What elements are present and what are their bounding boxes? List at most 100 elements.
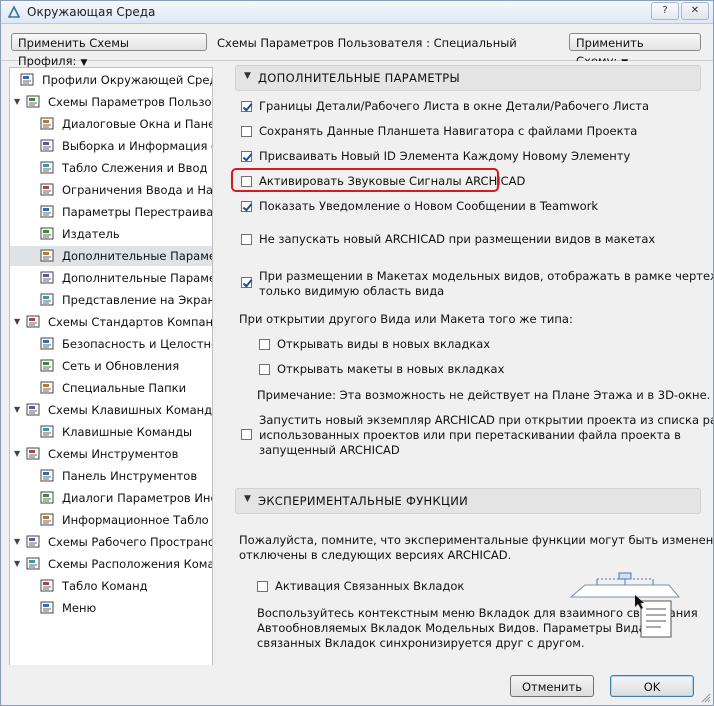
dialog-footer: Отменить OK [1, 665, 713, 705]
expand-triangle-icon[interactable]: ▼ [14, 554, 20, 574]
info-box-icon [40, 513, 54, 526]
ok-button[interactable]: OK [610, 675, 694, 697]
launch-line-2: использованных проектов или при перетаск… [259, 428, 681, 442]
profiles-icon [20, 73, 34, 86]
sidebar-item-label: Панель Инструментов [62, 469, 198, 483]
window-title: Окружающая Среда [27, 5, 156, 19]
sidebar-item[interactable]: Издатель [10, 224, 212, 244]
expand-triangle-icon[interactable]: ▼ [14, 444, 20, 464]
resize-grip-icon[interactable] [701, 693, 711, 703]
placement-line-2: только видимую область вида [259, 284, 445, 298]
close-button[interactable]: ✕ [681, 2, 709, 20]
option-label: Сохранять Данные Планшета Навигатора с ф… [259, 124, 638, 138]
cancel-button[interactable]: Отменить [510, 675, 594, 697]
sidebar-item-label: Табло Команд [62, 579, 148, 593]
sidebar-item[interactable]: Табло Слежения и Ввод Коо [10, 158, 212, 178]
sidebar-item-label: Безопасность и Целостност [62, 337, 212, 351]
sidebar-item[interactable]: Параметры Перестраивани [10, 202, 212, 222]
expand-triangle-icon[interactable]: ▼ [14, 532, 20, 552]
sidebar-item[interactable]: Выборка и Информация об [10, 136, 212, 156]
sidebar-item[interactable]: Профили Окружающей Среды [10, 70, 212, 90]
note-text: Примечание: Эта возможность не действует… [257, 388, 711, 402]
linked-tabs-label: Активация Связанных Вкладок [275, 579, 465, 593]
option-label: Присваивать Новый ID Элемента Каждому Но… [259, 149, 631, 163]
open-views-checkbox[interactable] [259, 339, 270, 350]
tool-schemes-icon [26, 447, 40, 460]
sidebar-item-label: Схемы Параметров Пользова [48, 95, 213, 109]
sidebar-item-label: Ограничения Ввода и Напр [62, 183, 213, 197]
archicad-app-icon [7, 5, 21, 18]
scheme-toolbar: Применить Схемы Профиля: ▼ Схемы Параметр… [1, 24, 713, 68]
launch-checkbox[interactable] [241, 429, 252, 440]
sidebar-item[interactable]: Клавишные Команды [10, 422, 212, 442]
sidebar-item[interactable]: Представление на Экране [10, 290, 212, 310]
expand-triangle-icon[interactable]: ▼ [14, 312, 20, 332]
experimental-warning-line-1: Пожалуйста, помните, что экспериментальн… [239, 533, 713, 547]
open-views-label: Открывать виды в новых вкладках [277, 337, 491, 351]
sidebar-item[interactable]: Дополнительные Параметр [10, 246, 212, 266]
sidebar-item-label: Специальные Папки [62, 381, 187, 395]
experimental-header-label: ЭКСПЕРИМЕНТАЛЬНЫЕ ФУНКЦИИ [258, 494, 469, 508]
open-layouts-checkbox[interactable] [259, 364, 270, 375]
sidebar-item[interactable]: Диалоговые Окна и Панели [10, 114, 212, 134]
sidebar-item[interactable]: Специальные Папки [10, 378, 212, 398]
collapse-triangle-icon: ▼ [244, 71, 251, 81]
sidebar-item[interactable]: Безопасность и Целостност [10, 334, 212, 354]
apply-profile-label: Применить Схемы Профиля: [18, 36, 129, 68]
sidebar-item[interactable]: Сеть и Обновления [10, 356, 212, 376]
experimental-warning-line-2: отключены в следующих версиях ARCHICAD. [239, 548, 512, 562]
workspace-schemes-icon [26, 535, 40, 548]
sidebar-item-label: Схемы Расположения Команд [48, 557, 213, 571]
sidebar-item-label: Издатель [62, 227, 120, 241]
title-bar: Окружающая Среда ? ✕ [1, 1, 713, 24]
more-options-header-label: ДОПОЛНИТЕЛЬНЫЕ ПАРАМЕТРЫ [258, 71, 460, 85]
sidebar-item[interactable]: ▼ Схемы Расположения Команд [10, 554, 212, 574]
sidebar-item[interactable]: Ограничения Ввода и Напр [10, 180, 212, 200]
placement-checkbox[interactable] [241, 277, 252, 288]
linked-tabs-illustration [569, 572, 681, 638]
expand-triangle-icon[interactable]: ▼ [14, 400, 20, 420]
sidebar-item[interactable]: ▼ Схемы Рабочего Пространст [10, 532, 212, 552]
sidebar-item-label: Дополнительные Параметр [62, 249, 212, 263]
security-icon [40, 337, 54, 350]
more-options-header[interactable]: ▼ ДОПОЛНИТЕЛЬНЫЕ ПАРАМЕТРЫ [235, 65, 701, 91]
menu-icon [40, 601, 54, 614]
placement-line-1: При размещении в Макетах модельных видов… [259, 269, 713, 283]
sidebar-item[interactable]: ▼ Схемы Стандартов Компании [10, 312, 212, 332]
constraints-icon [40, 183, 54, 196]
option-label: Не запускать новый ARCHICAD при размещен… [259, 232, 656, 246]
option-label: Показать Уведомление о Новом Сообщении в… [259, 199, 599, 213]
sidebar-item-label: Схемы Инструментов [48, 447, 179, 461]
xyz-icon [40, 161, 54, 174]
apply-profile-dropdown[interactable]: Применить Схемы Профиля: ▼ [11, 33, 207, 68]
help-button[interactable]: ? [651, 2, 679, 20]
option-checkbox[interactable] [241, 126, 252, 137]
option-checkbox[interactable] [241, 151, 252, 162]
sidebar-item[interactable]: ▼ Схемы Параметров Пользова [10, 92, 212, 112]
linked-tabs-checkbox[interactable] [257, 581, 268, 592]
launch-line-1: Запустить новый экземпляр ARCHICAD при о… [259, 413, 713, 427]
sidebar-item[interactable]: Информационное Табло [10, 510, 212, 530]
settings-tree: Профили Окружающей Среды ▼ Схемы Параметро… [9, 67, 213, 667]
sidebar-item[interactable]: Дополнительные Параметр [10, 268, 212, 288]
expand-triangle-icon[interactable]: ▼ [14, 92, 20, 112]
option-checkbox[interactable] [241, 201, 252, 212]
sidebar-item-label: Выборка и Информация об [62, 139, 213, 153]
company-schemes-icon [26, 315, 40, 328]
sidebar-item[interactable]: Меню [10, 598, 212, 618]
sidebar-item[interactable]: Диалоги Параметров Инстр [10, 488, 212, 508]
sidebar-item[interactable]: Табло Команд [10, 576, 212, 596]
option-checkbox[interactable] [241, 234, 252, 245]
sidebar-item-label: Представление на Экране [62, 293, 213, 307]
sidebar-item[interactable]: ▼ Схемы Клавишных Команд [10, 400, 212, 420]
linked-tabs-desc-3: связанных Вкладок синхронизируется друг … [257, 636, 585, 650]
command-layout-icon [26, 557, 40, 570]
dialogs-icon [40, 117, 54, 130]
experimental-header[interactable]: ▼ ЭКСПЕРИМЕНТАЛЬНЫЕ ФУНКЦИИ [235, 488, 701, 514]
apply-scheme-dropdown[interactable]: Применить Схему:▼ [569, 33, 701, 68]
sidebar-item-label: Клавишные Команды [62, 425, 193, 439]
option-checkbox[interactable] [241, 101, 252, 112]
sidebar-item[interactable]: Панель Инструментов [10, 466, 212, 486]
highlight-annotation [231, 168, 499, 192]
sidebar-item[interactable]: ▼ Схемы Инструментов [10, 444, 212, 464]
